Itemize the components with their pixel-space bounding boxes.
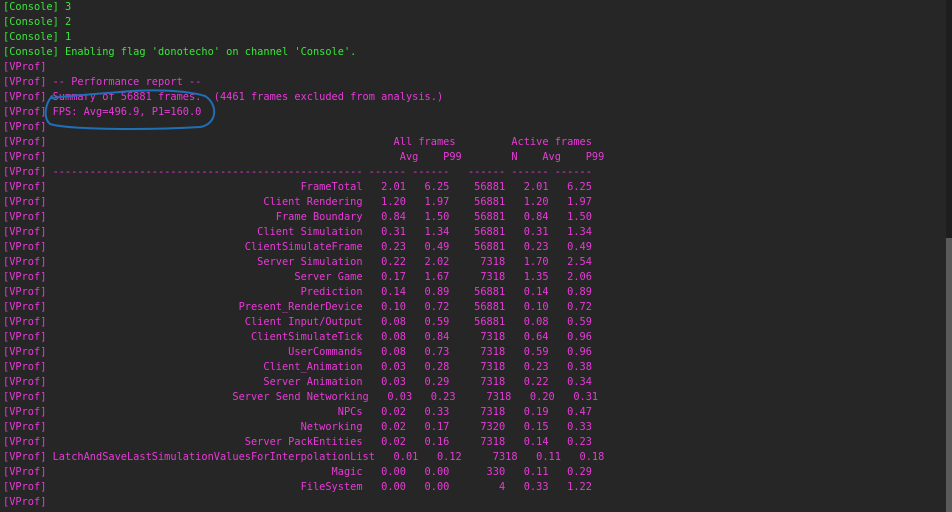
vprof-log-line: [VProf] Server Send Networking 0.03 0.23… [3,391,599,403]
vprof-log-line: [VProf] Client Rendering 1.20 1.97 56881… [3,196,592,208]
vprof-log-line: [VProf] ClientSimulateFrame 0.23 0.49 56… [3,241,592,253]
vprof-log-line: [VProf] Avg P99 N Avg P99 [3,151,605,163]
vprof-log-line: [VProf] Client Input/Output 0.08 0.59 56… [3,316,592,328]
vprof-log-line: [VProf] [3,496,47,508]
console-log-line: [Console] 3 [3,1,72,13]
vprof-log-line: [VProf] Client Simulation 0.31 1.34 5688… [3,226,592,238]
vprof-log-line: [VProf] ClientSimulateTick 0.08 0.84 731… [3,331,592,343]
vprof-log-line: [VProf] Server Game 0.17 1.67 7318 1.35 … [3,271,592,283]
vprof-log-line: [VProf] All frames Active frames [3,136,592,148]
vprof-log-line: [VProf] -- Performance report -- [3,76,202,88]
vprof-log-line: [VProf] Server Animation 0.03 0.29 7318 … [3,376,592,388]
console-log-line: [Console] Enabling flag 'donotecho' on c… [3,46,357,58]
vprof-log-line: [VProf] Magic 0.00 0.00 330 0.11 0.29 [3,466,592,478]
vprof-log-line: [VProf] Prediction 0.14 0.89 56881 0.14 … [3,286,592,298]
vprof-log-line: [VProf] Present_RenderDevice 0.10 0.72 5… [3,301,592,313]
vprof-log-line: [VProf] Server PackEntities 0.02 0.16 73… [3,436,592,448]
vprof-log-line: [VProf] [3,61,47,73]
scrollbar-thumb[interactable] [946,238,952,512]
vprof-log-line: [VProf] Frame Boundary 0.84 1.50 56881 0… [3,211,592,223]
vprof-log-line: [VProf] FPS: Avg=496.9, P1=160.0 [3,106,202,118]
console-output: [Console] 3 [Console] 2 [Console] 1 [Consol… [0,0,946,512]
console-log-line: [Console] 1 [3,31,72,43]
vprof-log-line: [VProf] NPCs 0.02 0.33 7318 0.19 0.47 [3,406,592,418]
vprof-log-line: [VProf] --------------------------------… [3,166,592,178]
vprof-log-line: [VProf] FileSystem 0.00 0.00 4 0.33 1.22 [3,481,592,493]
vprof-log-line: [VProf] FrameTotal 2.01 6.25 56881 2.01 … [3,181,592,193]
vprof-log-line: [VProf] [3,121,47,133]
vprof-log-line: [VProf] LatchAndSaveLastSimulationValues… [3,451,605,463]
console-log-line: [Console] 2 [3,16,72,28]
vprof-log-line: [VProf] Networking 0.02 0.17 7320 0.15 0… [3,421,592,433]
vprof-log-line: [VProf] Server Simulation 0.22 2.02 7318… [3,256,592,268]
vprof-log-line: [VProf] Summary of 56881 frames. (4461 f… [3,91,444,103]
vprof-log-line: [VProf] UserCommands 0.08 0.73 7318 0.59… [3,346,592,358]
vprof-log-line: [VProf] Client_Animation 0.03 0.28 7318 … [3,361,592,373]
vertical-scrollbar[interactable] [946,0,952,512]
